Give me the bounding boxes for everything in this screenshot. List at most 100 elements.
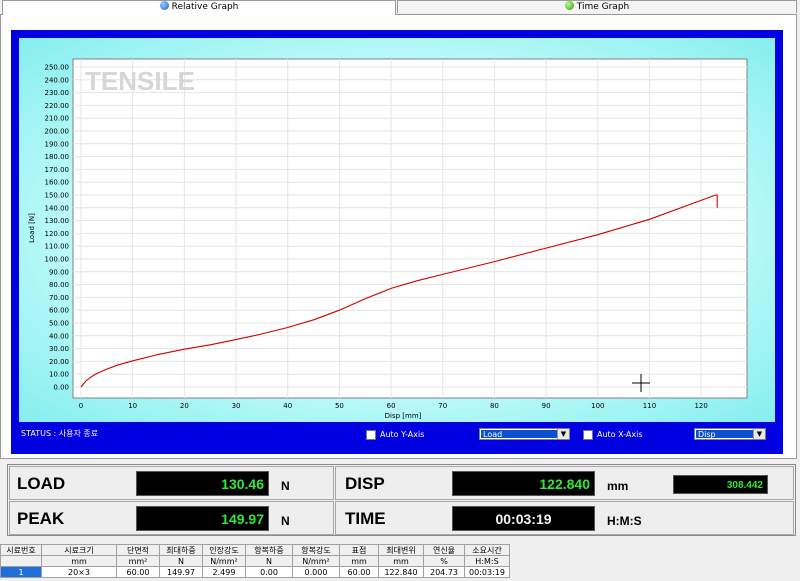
y-tick-label: 230.00 xyxy=(45,89,70,97)
table-cell: mm xyxy=(339,555,379,567)
table-cell: 0.000 xyxy=(292,566,340,578)
peak-value: 149.97 xyxy=(136,506,269,531)
time-value: 00:03:19 xyxy=(452,506,595,531)
x-tick-label: 20 xyxy=(180,402,189,410)
auto-y-axis-label: Auto Y-Axis xyxy=(380,430,425,439)
load-cell: LOAD 130.46 N xyxy=(9,466,334,500)
table-cell: % xyxy=(423,555,465,567)
y-tick-label: 40.00 xyxy=(49,332,69,340)
y-tick-label: 170.00 xyxy=(45,166,70,174)
y-tick-label: 220.00 xyxy=(45,102,70,110)
table-cell: 단면적 xyxy=(116,544,160,556)
x-tick-label: 110 xyxy=(643,402,656,410)
load-disp-chart[interactable]: 0.00 10.00 20.00 30.00 40.00 50.00 60.00 70.00 8… xyxy=(19,38,775,422)
table-cell: 연신율 xyxy=(423,544,465,556)
y-tick-label: 50.00 xyxy=(49,320,69,328)
x-tick-label: 30 xyxy=(232,402,241,410)
x-tick-label: 40 xyxy=(283,402,292,410)
y-tick-label: 210.00 xyxy=(45,115,70,123)
table-cell: mm xyxy=(41,555,117,567)
auto-x-axis-checkbox[interactable] xyxy=(583,430,593,440)
x-tick-label: 70 xyxy=(438,402,447,410)
table-cell: 1 xyxy=(0,566,42,578)
table-cell: N xyxy=(245,555,293,567)
y-axis-title: Load [N] xyxy=(28,213,36,243)
table-cell: 항복강도 xyxy=(292,544,340,556)
y-tick-label: 150.00 xyxy=(45,192,70,200)
peak-label: PEAK xyxy=(17,509,65,528)
y-tick-label: 80.00 xyxy=(49,281,69,289)
time-cell: TIME 00:03:19 H:M:S xyxy=(335,501,794,535)
table-cell: 2.499 xyxy=(202,566,246,578)
tab-label: Relative Graph xyxy=(171,2,239,12)
time-unit: H:M:S xyxy=(607,514,642,528)
load-unit: N xyxy=(281,479,290,493)
table-cell: N xyxy=(159,555,203,567)
table-cell: mm² xyxy=(116,555,160,567)
y-tick-labels: 0.00 10.00 20.00 30.00 40.00 50.00 60.00 70.00 8… xyxy=(45,64,70,392)
x-tick-label: 10 xyxy=(128,402,137,410)
y-tick-label: 100.00 xyxy=(45,256,70,264)
table-header-row: 시료번호 시료크기 단면적 최대하중 인장강도 항복하중 항복강도 표점 최대변위 연신율 소요시간 xyxy=(0,544,510,556)
tab-bar: Relative Graph Time Graph xyxy=(0,0,800,15)
y-tick-label: 240.00 xyxy=(45,76,70,84)
y-tick-label: 0.00 xyxy=(53,384,69,392)
tab-label: Time Graph xyxy=(576,2,630,12)
x-tick-label: 90 xyxy=(542,402,551,410)
table-cell: N/mm² xyxy=(202,555,246,567)
table-cell: 소요시간 xyxy=(464,544,510,556)
y-tick-label: 250.00 xyxy=(45,64,70,72)
disp-value: 122.840 xyxy=(452,471,595,496)
y-tick-label: 180.00 xyxy=(45,153,70,161)
chevron-down-icon: ▼ xyxy=(753,429,765,439)
relative-graph-icon xyxy=(159,1,169,10)
y-tick-label: 70.00 xyxy=(49,294,69,302)
tab-relative-graph[interactable]: Relative Graph xyxy=(2,0,396,15)
x-tick-labels: 0 10 20 30 40 50 60 70 80 90 100 110 120 xyxy=(79,402,708,410)
disp-label: DISP xyxy=(345,474,385,493)
y-tick-label: 90.00 xyxy=(49,268,69,276)
plot-area xyxy=(72,58,748,399)
watermark: TENSILE xyxy=(85,66,195,96)
table-cell: 항복하중 xyxy=(245,544,293,556)
disp-unit: mm xyxy=(607,479,629,493)
x-tick-label: 60 xyxy=(387,402,396,410)
table-cell: H:M:S xyxy=(464,555,510,567)
y-tick-label: 200.00 xyxy=(45,128,70,136)
time-graph-icon xyxy=(564,1,574,10)
x-tick-label: 100 xyxy=(591,402,604,410)
y-tick-label: 20.00 xyxy=(49,358,69,366)
tab-time-graph[interactable]: Time Graph xyxy=(397,0,797,13)
table-cell: mm xyxy=(378,555,424,567)
peak-cell: PEAK 149.97 N xyxy=(9,501,334,535)
table-cell: 시료번호 xyxy=(0,544,42,556)
y-tick-label: 10.00 xyxy=(49,371,69,379)
table-cell: 122.840 xyxy=(378,566,424,578)
y-axis-select[interactable]: Load ▼ xyxy=(479,428,570,440)
table-cell: N/mm² xyxy=(292,555,340,567)
table-cell: 60.00 xyxy=(339,566,379,578)
y-tick-label: 120.00 xyxy=(45,230,70,238)
table-row[interactable]: 1 20×3 60.00 149.97 2.499 0.00 0.000 60.00 122.8… xyxy=(0,566,510,578)
table-units-row: mm mm² N N/mm² N N/mm² mm mm% H:M:S xyxy=(0,555,510,567)
x-axis-select-value: Disp xyxy=(696,430,753,439)
peak-unit: N xyxy=(281,514,290,528)
y-tick-label: 190.00 xyxy=(45,140,70,148)
readout-panel: LOAD 130.46 N DISP 122.840 mm 308.442 PE… xyxy=(7,464,796,536)
load-value: 130.46 xyxy=(136,471,269,496)
disp-cell: DISP 122.840 mm 308.442 xyxy=(335,466,794,500)
x-axis-title: Disp [mm] xyxy=(385,412,422,420)
table-cell xyxy=(0,555,42,567)
y-tick-label: 110.00 xyxy=(45,243,70,251)
auto-y-axis-checkbox[interactable] xyxy=(366,430,376,440)
table-cell: 20×3 xyxy=(41,566,117,578)
table-cell: 시료크기 xyxy=(41,544,117,556)
table-cell: 최대변위 xyxy=(378,544,424,556)
chevron-down-icon: ▼ xyxy=(557,429,569,439)
extra-readout-value: 308.442 xyxy=(673,475,768,494)
y-tick-label: 60.00 xyxy=(49,307,69,315)
x-axis-select[interactable]: Disp ▼ xyxy=(694,428,766,440)
table-cell: 표점 xyxy=(339,544,379,556)
status-text: STATUS : 사용자 종료 xyxy=(21,429,99,438)
load-label: LOAD xyxy=(17,474,66,493)
